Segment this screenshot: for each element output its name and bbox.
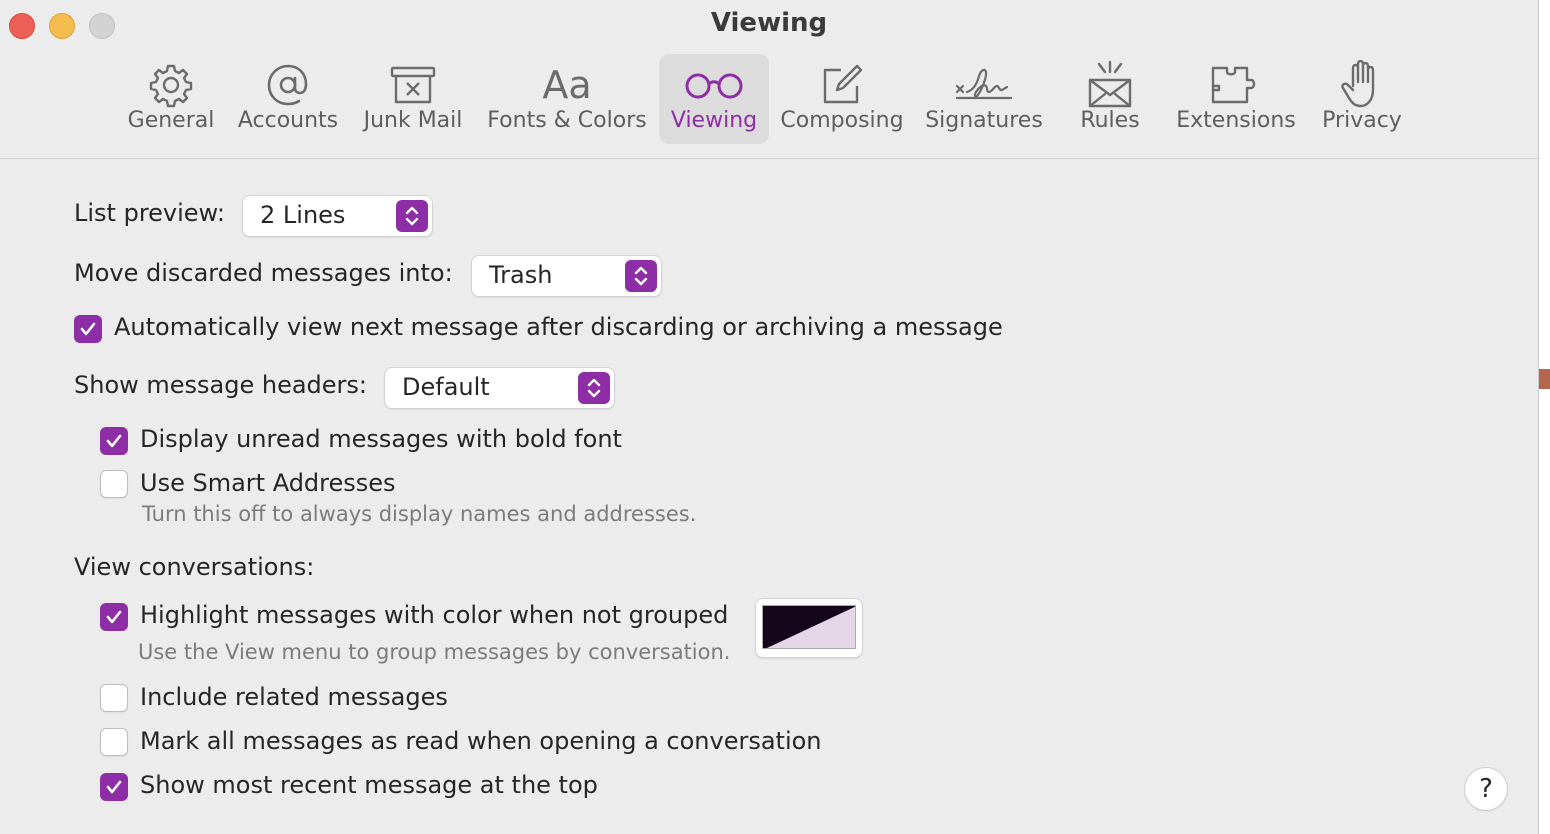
tab-accounts[interactable]: Accounts	[232, 54, 344, 144]
chevron-updown-icon	[578, 372, 610, 404]
preferences-window: Viewing General Accounts Junk Mail Aa Fo…	[0, 0, 1539, 834]
checkmark-icon	[80, 322, 96, 336]
checkmark-icon	[106, 610, 122, 624]
compose-icon	[776, 62, 908, 108]
mark-all-read-checkbox[interactable]	[100, 728, 128, 756]
toolbar: Viewing General Accounts Junk Mail Aa Fo…	[0, 0, 1538, 159]
tab-label: Rules	[1080, 108, 1140, 133]
most-recent-top-label: Show most recent message at the top	[140, 771, 598, 799]
rules-envelope-icon	[1070, 60, 1150, 108]
list-preview-popup[interactable]: 2 Lines	[243, 196, 432, 236]
tab-label: Signatures	[925, 108, 1043, 133]
tab-general[interactable]: General	[121, 54, 221, 144]
tab-label: General	[127, 108, 215, 133]
puzzle-icon	[1170, 62, 1302, 108]
tab-label: Viewing	[670, 108, 758, 133]
chevron-updown-icon	[396, 200, 428, 232]
tab-label: Accounts	[237, 108, 339, 133]
highlight-color-label: Highlight messages with color when not g…	[140, 601, 729, 629]
auto-view-next-label: Automatically view next message after di…	[114, 313, 1003, 341]
tab-extensions[interactable]: Extensions	[1170, 54, 1302, 144]
tab-composing[interactable]: Composing	[776, 54, 908, 144]
tab-label: Privacy	[1322, 108, 1402, 133]
window-title: Viewing	[710, 8, 828, 38]
display-unread-bold-label: Display unread messages with bold font	[140, 425, 622, 453]
tab-junk-mail[interactable]: Junk Mail	[356, 54, 470, 144]
show-headers-label: Show message headers:	[74, 371, 368, 399]
smart-addresses-checkbox[interactable]	[100, 470, 128, 498]
tab-label: Extensions	[1176, 108, 1296, 133]
help-button[interactable]: ?	[1465, 768, 1507, 810]
glasses-icon	[659, 62, 769, 108]
checkmark-icon	[106, 780, 122, 794]
hand-icon	[1316, 60, 1408, 108]
tab-rules[interactable]: Rules	[1070, 54, 1150, 144]
most-recent-top-checkbox[interactable]	[100, 773, 128, 801]
include-related-label: Include related messages	[140, 683, 448, 711]
show-headers-popup[interactable]: Default	[385, 368, 614, 408]
tab-viewing[interactable]: Viewing	[659, 54, 769, 144]
signature-icon	[920, 62, 1048, 108]
highlight-color-checkbox[interactable]	[100, 603, 128, 631]
color-swatch	[762, 605, 856, 649]
move-discarded-value: Trash	[489, 261, 553, 289]
display-unread-bold-checkbox[interactable]	[100, 427, 128, 455]
list-preview-value: 2 Lines	[260, 201, 346, 229]
background-window-edge	[1539, 369, 1550, 389]
checkmark-icon	[106, 434, 122, 448]
tab-privacy[interactable]: Privacy	[1316, 54, 1408, 144]
tab-signatures[interactable]: Signatures	[920, 54, 1048, 144]
gear-icon	[121, 62, 221, 108]
highlight-color-well[interactable]	[756, 599, 862, 657]
move-discarded-label: Move discarded messages into:	[74, 259, 453, 287]
chevron-updown-icon	[625, 260, 657, 292]
tab-label: Composing	[780, 108, 904, 133]
smart-addresses-label: Use Smart Addresses	[140, 469, 396, 497]
list-preview-label: List preview:	[74, 199, 225, 227]
at-sign-icon	[232, 62, 344, 108]
view-conversations-label: View conversations:	[74, 553, 315, 581]
mark-all-read-label: Mark all messages as read when opening a…	[140, 727, 822, 755]
tab-fonts-colors[interactable]: Aa Fonts & Colors	[482, 54, 652, 144]
tab-label: Fonts & Colors	[487, 108, 647, 133]
auto-view-next-checkbox[interactable]	[74, 315, 102, 343]
font-aa-icon: Aa	[542, 63, 592, 107]
move-discarded-popup[interactable]: Trash	[472, 256, 661, 296]
highlight-color-hint: Use the View menu to group messages by c…	[138, 640, 731, 664]
tab-label: Junk Mail	[363, 108, 463, 133]
show-headers-value: Default	[402, 373, 490, 401]
smart-addresses-hint: Turn this off to always display names an…	[142, 502, 697, 526]
include-related-checkbox[interactable]	[100, 684, 128, 712]
junk-tray-icon	[356, 62, 470, 108]
